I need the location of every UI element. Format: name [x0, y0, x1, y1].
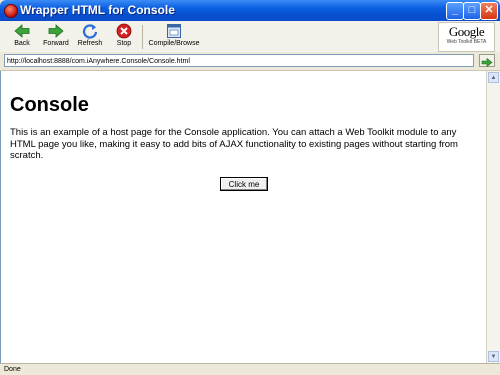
page-description: This is an example of a host page for th…	[10, 127, 458, 161]
go-button[interactable]	[479, 54, 495, 68]
page-content: Console This is an example of a host pag…	[0, 71, 486, 363]
stop-label: Stop	[116, 40, 132, 47]
back-button[interactable]: Back	[10, 23, 34, 51]
toolbar-separator	[142, 25, 143, 49]
stop-button[interactable]: Stop	[112, 23, 136, 51]
compile-browse-button[interactable]: Compile/Browse	[148, 23, 200, 51]
window-title: Wrapper HTML for Console	[20, 3, 175, 17]
app-icon	[4, 4, 18, 18]
url-input[interactable]: http://localhost:8888/com.iAnywhere.Cons…	[4, 54, 474, 67]
forward-arrow-icon	[48, 24, 64, 38]
google-web-toolkit-logo: Google Web Toolkit BETA	[438, 22, 495, 52]
maximize-button[interactable]: □	[463, 2, 481, 20]
vertical-scrollbar[interactable]: ▲ ▼	[486, 71, 500, 363]
scroll-down-arrow-icon[interactable]: ▼	[488, 351, 499, 362]
title-bar[interactable]: Wrapper HTML for Console _ □ ✕	[0, 0, 500, 21]
refresh-button[interactable]: Refresh	[75, 23, 105, 51]
forward-label: Forward	[43, 40, 69, 47]
status-text: Done	[4, 366, 21, 373]
logo-subtext: Web Toolkit BETA	[446, 39, 487, 45]
forward-button[interactable]: Forward	[40, 23, 72, 51]
compile-browse-icon	[167, 24, 181, 38]
refresh-label: Refresh	[77, 40, 103, 47]
refresh-icon	[82, 24, 98, 39]
page-title: Console	[10, 94, 89, 116]
logo-text: Google	[448, 24, 485, 39]
toolbar: Back Forward Refresh Stop Compile/Browse	[0, 21, 500, 53]
scroll-up-arrow-icon[interactable]: ▲	[488, 72, 499, 83]
click-me-button[interactable]: Click me	[220, 177, 268, 191]
compile-browse-label: Compile/Browse	[148, 40, 200, 47]
browser-window: Wrapper HTML for Console _ □ ✕ Back Forw…	[0, 0, 500, 375]
minimize-button[interactable]: _	[446, 2, 464, 20]
go-arrow-icon	[481, 57, 493, 68]
back-arrow-icon	[14, 24, 30, 38]
stop-icon	[116, 23, 132, 39]
status-bar: Done	[0, 363, 500, 375]
back-label: Back	[14, 40, 30, 47]
close-button[interactable]: ✕	[480, 2, 498, 20]
address-bar: http://localhost:8888/com.iAnywhere.Cons…	[0, 52, 500, 71]
